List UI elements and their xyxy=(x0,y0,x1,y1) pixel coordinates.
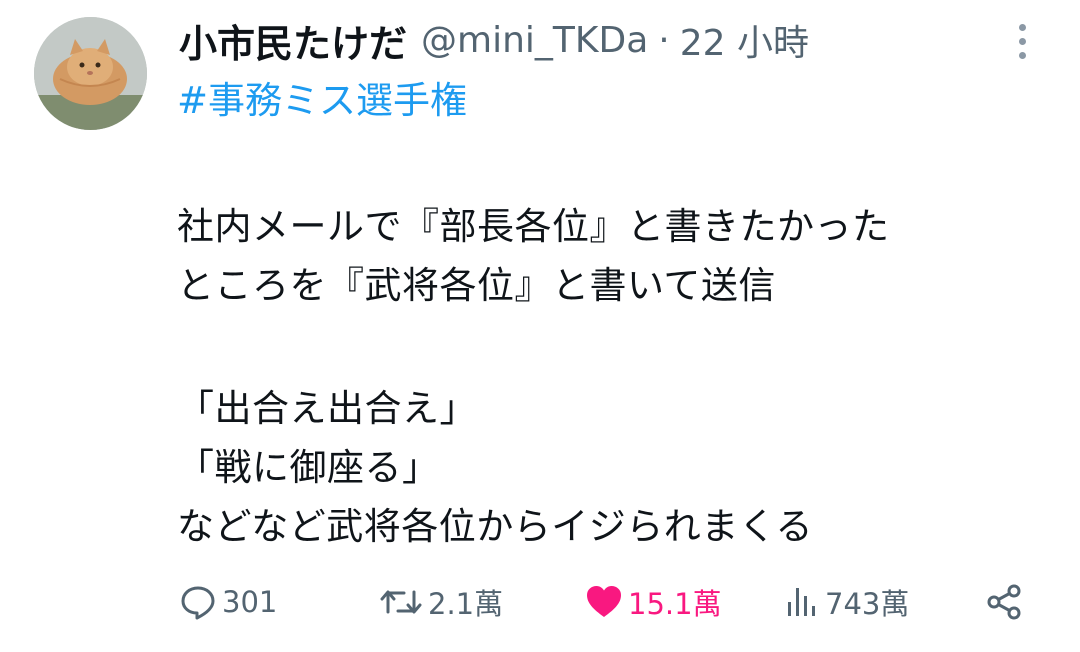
tweet-header: 小市民たけだ @mini_TKDa · 22 小時 xyxy=(179,14,809,66)
views-icon xyxy=(785,582,821,622)
timestamp[interactable]: 22 小時 xyxy=(680,14,809,66)
tweet-text-line: ところを『武将各位』と書いて送信 xyxy=(177,264,776,307)
separator-dot: · xyxy=(658,19,670,61)
display-name[interactable]: 小市民たけだ xyxy=(179,13,407,68)
share-icon xyxy=(984,582,1024,622)
views-count: 743萬 xyxy=(825,587,910,621)
tweet-text-line: 「出合え出合え」 xyxy=(177,387,477,430)
heart-icon xyxy=(584,582,624,622)
share-button[interactable] xyxy=(984,578,1024,626)
views-button[interactable]: 743萬 xyxy=(785,578,909,626)
retweet-icon xyxy=(378,582,424,622)
avatar[interactable] xyxy=(34,17,147,130)
handle[interactable]: @mini_TKDa xyxy=(421,20,648,61)
retweet-count: 2.1萬 xyxy=(428,587,504,621)
tweet-text-line: 社内メールで『部長各位』と書きたかった xyxy=(177,205,890,248)
tweet-text-line: 「戦に御座る」 xyxy=(177,446,440,489)
cat-avatar-image xyxy=(34,17,147,130)
more-options-icon[interactable] xyxy=(1010,22,1036,62)
tweet-text-line: などなど武将各位からイジられまくる xyxy=(177,505,814,548)
reply-count: 301 xyxy=(222,585,278,619)
retweet-button[interactable]: 2.1萬 xyxy=(378,578,503,626)
like-button[interactable]: 15.1萬 xyxy=(584,578,722,626)
action-bar: 301 2.1萬 15.1萬 743萬 xyxy=(0,578,1080,626)
tweet: 小市民たけだ @mini_TKDa · 22 小時 #事務ミス選手権 社内メール… xyxy=(0,0,1080,652)
like-count: 15.1萬 xyxy=(628,587,722,621)
reply-icon xyxy=(178,582,218,622)
reply-button[interactable]: 301 xyxy=(178,578,277,626)
hashtag-link[interactable]: #事務ミス選手権 xyxy=(177,70,467,124)
